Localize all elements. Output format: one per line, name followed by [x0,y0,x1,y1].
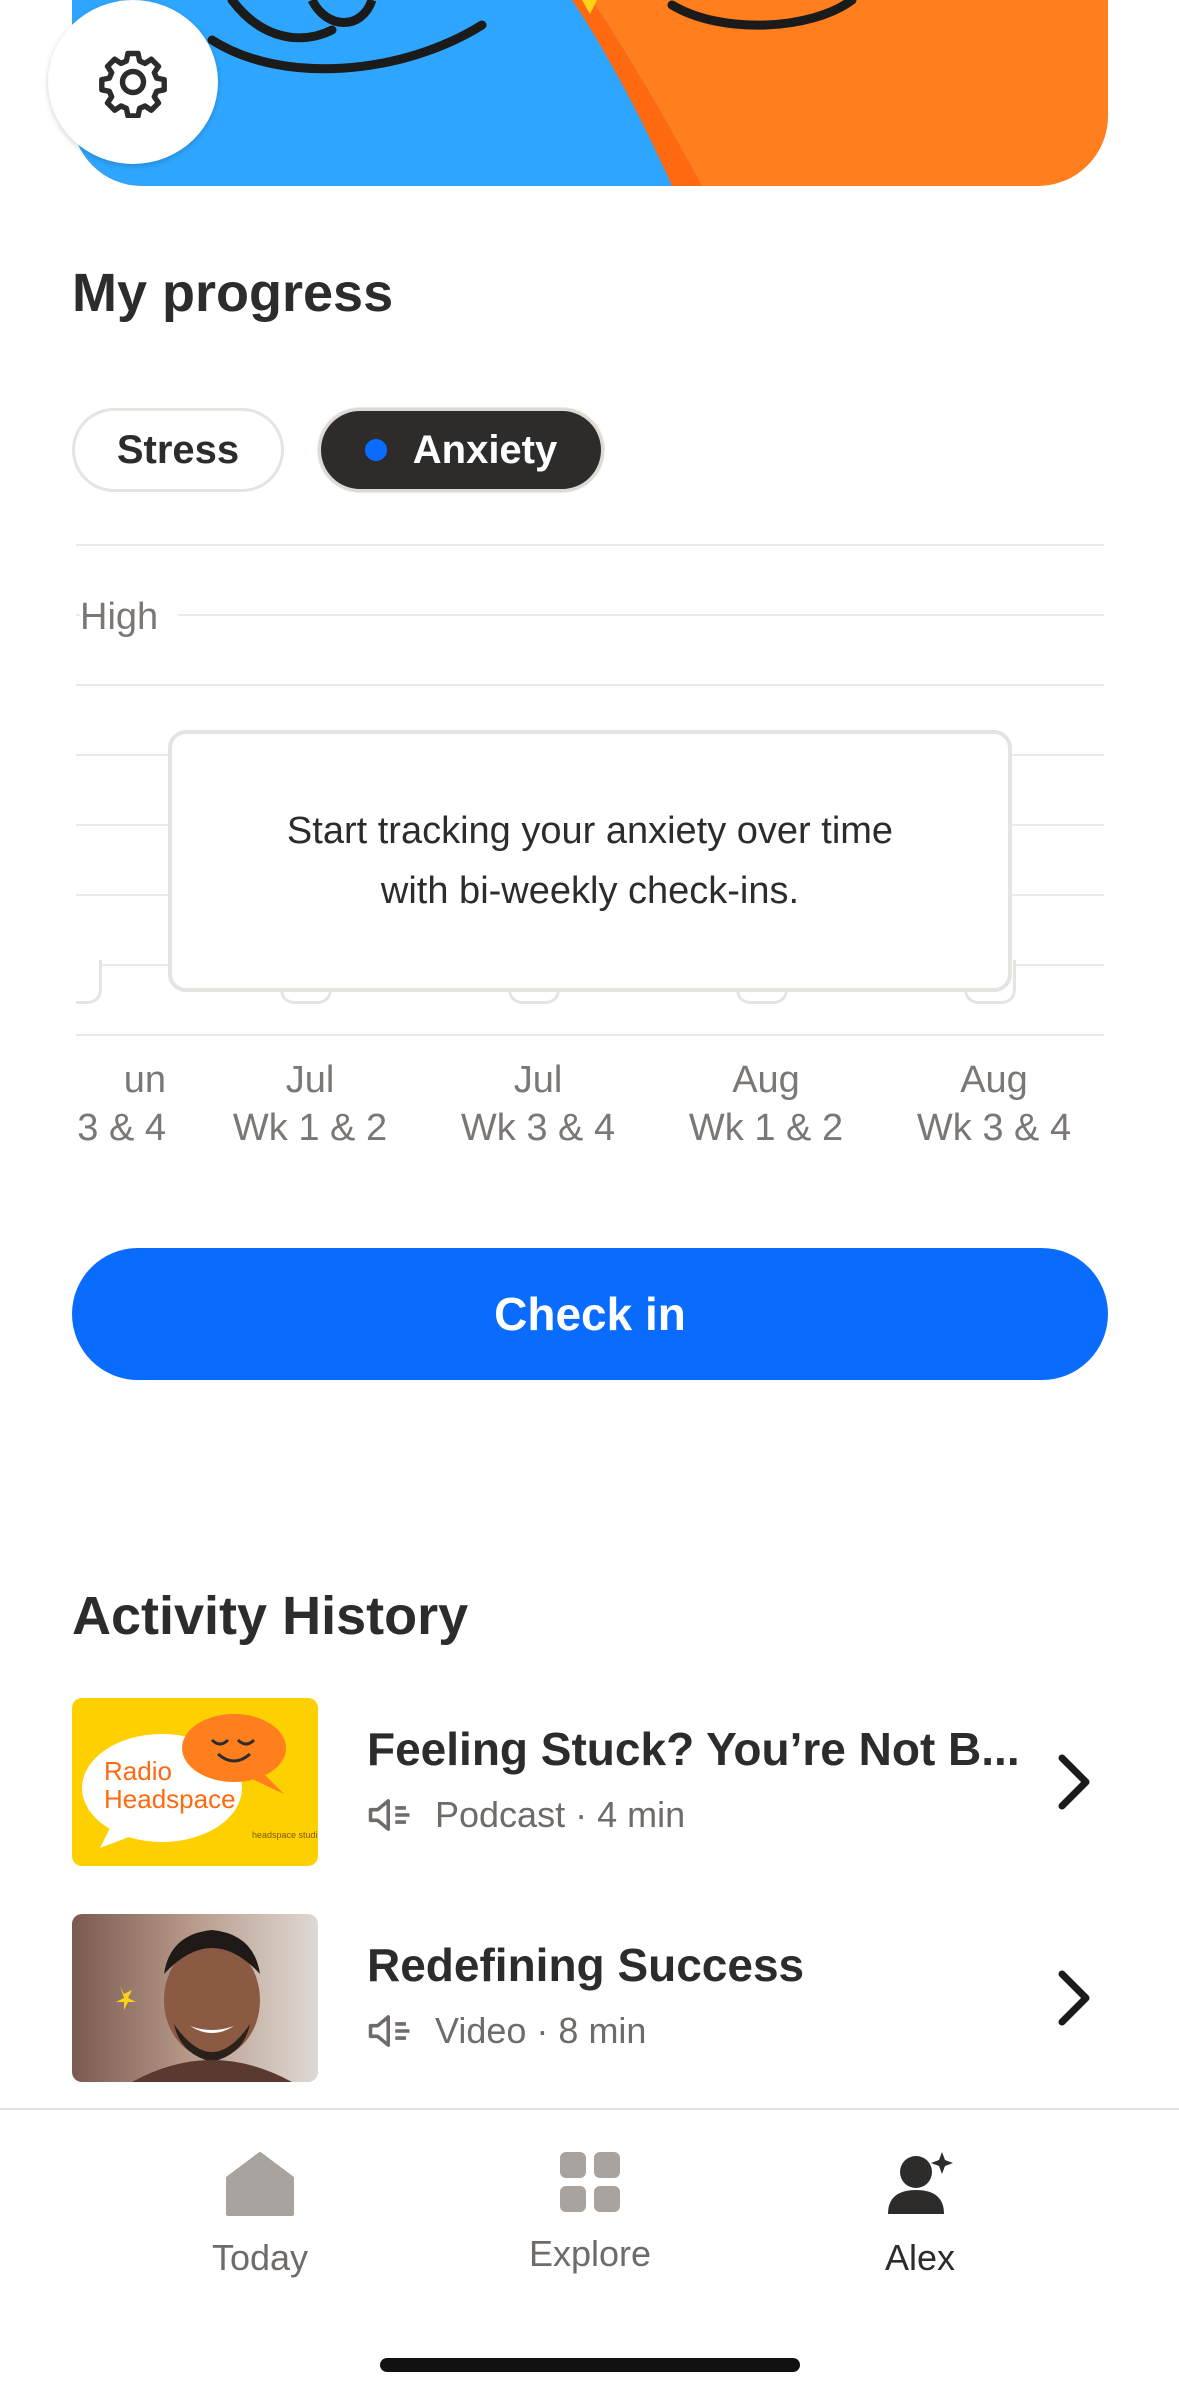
thumb-text-radio: Radio [104,1756,172,1786]
nav-explore-label: Explore [528,2233,652,2274]
x-axis-weeks: Wk 3 & 4 [916,1107,1072,1149]
activity-item-meta: Podcast · 4 min [367,1794,685,1836]
x-axis-label: Aug Wk 1 & 2 [656,1056,876,1152]
chart-placeholder-bar [76,960,102,1004]
activity-item-meta-text: Video · 8 min [435,2010,647,2051]
nav-profile[interactable]: Alex [820,2150,1020,2279]
activity-item-title: Feeling Stuck? You’re Not B... [367,1723,1020,1775]
grid-line [76,1034,1104,1036]
chart-y-label-high: High [80,596,179,639]
thumb-text-studios: headspace studios [252,1830,318,1840]
thumb-text-headspace: Headspace [104,1784,236,1814]
chevron-right-icon [1058,1754,1090,1810]
empty-state-line-1: Start tracking your anxiety over time [286,810,894,852]
tab-stress-label: Stress [116,427,240,472]
x-axis-label: Aug Wk 3 & 4 [884,1056,1104,1152]
settings-button[interactable] [48,0,218,164]
grid-line [76,544,1104,546]
x-axis-label: un 3 & 4 [0,1056,166,1152]
nav-explore[interactable]: Explore [490,2150,690,2275]
grid-line [76,684,1104,686]
progress-title: My progress [72,263,394,323]
activity-history-title: Activity History [72,1586,469,1646]
list-item[interactable]: Redefining Success Video · 8 min [72,1914,1108,2082]
x-axis-month: Jul [285,1059,335,1101]
speaker-icon [368,1799,410,1831]
x-axis-month: un [123,1059,166,1101]
x-axis-weeks: Wk 1 & 2 [688,1107,844,1149]
speaker-icon [368,2015,410,2047]
x-axis-label: Jul Wk 3 & 4 [428,1056,648,1152]
x-axis-month: Jul [513,1059,563,1101]
x-axis-weeks: 3 & 4 [77,1107,166,1149]
list-item[interactable]: Radio Headspace headspace studios Feelin… [72,1698,1108,1866]
bottom-navigation: Today Explore Alex [0,2108,1179,2396]
chevron-right-icon [1058,1970,1090,2026]
header-illustration [72,0,1108,186]
activity-item-title: Redefining Success [367,1939,805,1991]
activity-item-meta: Video · 8 min [367,2010,646,2052]
nav-profile-label: Alex [884,2237,956,2278]
x-axis-label: Jul Wk 1 & 2 [200,1056,420,1152]
home-icon [226,2152,294,2216]
check-in-button[interactable]: Check in [72,1248,1108,1380]
activity-item-meta-text: Podcast · 4 min [435,1794,686,1835]
x-axis-weeks: Wk 3 & 4 [460,1107,616,1149]
grid-line [76,614,1104,616]
nav-today[interactable]: Today [160,2150,360,2279]
x-axis-weeks: Wk 1 & 2 [232,1107,388,1149]
nav-today-label: Today [211,2237,309,2278]
anxiety-dot-icon [364,439,387,461]
gear-icon [99,50,167,118]
x-axis-month: Aug [960,1059,1028,1101]
tab-anxiety[interactable]: Anxiety [318,408,604,492]
tab-anxiety-label: Anxiety [412,427,558,472]
tab-stress[interactable]: Stress [72,408,284,492]
home-indicator[interactable] [380,2358,800,2372]
chart-empty-state: Start tracking your anxiety over time wi… [168,730,1012,992]
profile-icon [888,2152,953,2214]
empty-state-line-2: with bi-weekly check-ins. [380,870,800,912]
video-thumbnail [72,1914,318,2082]
x-axis-month: Aug [732,1059,800,1101]
grid-icon [560,2152,620,2212]
podcast-thumbnail: Radio Headspace headspace studios [72,1698,318,1866]
